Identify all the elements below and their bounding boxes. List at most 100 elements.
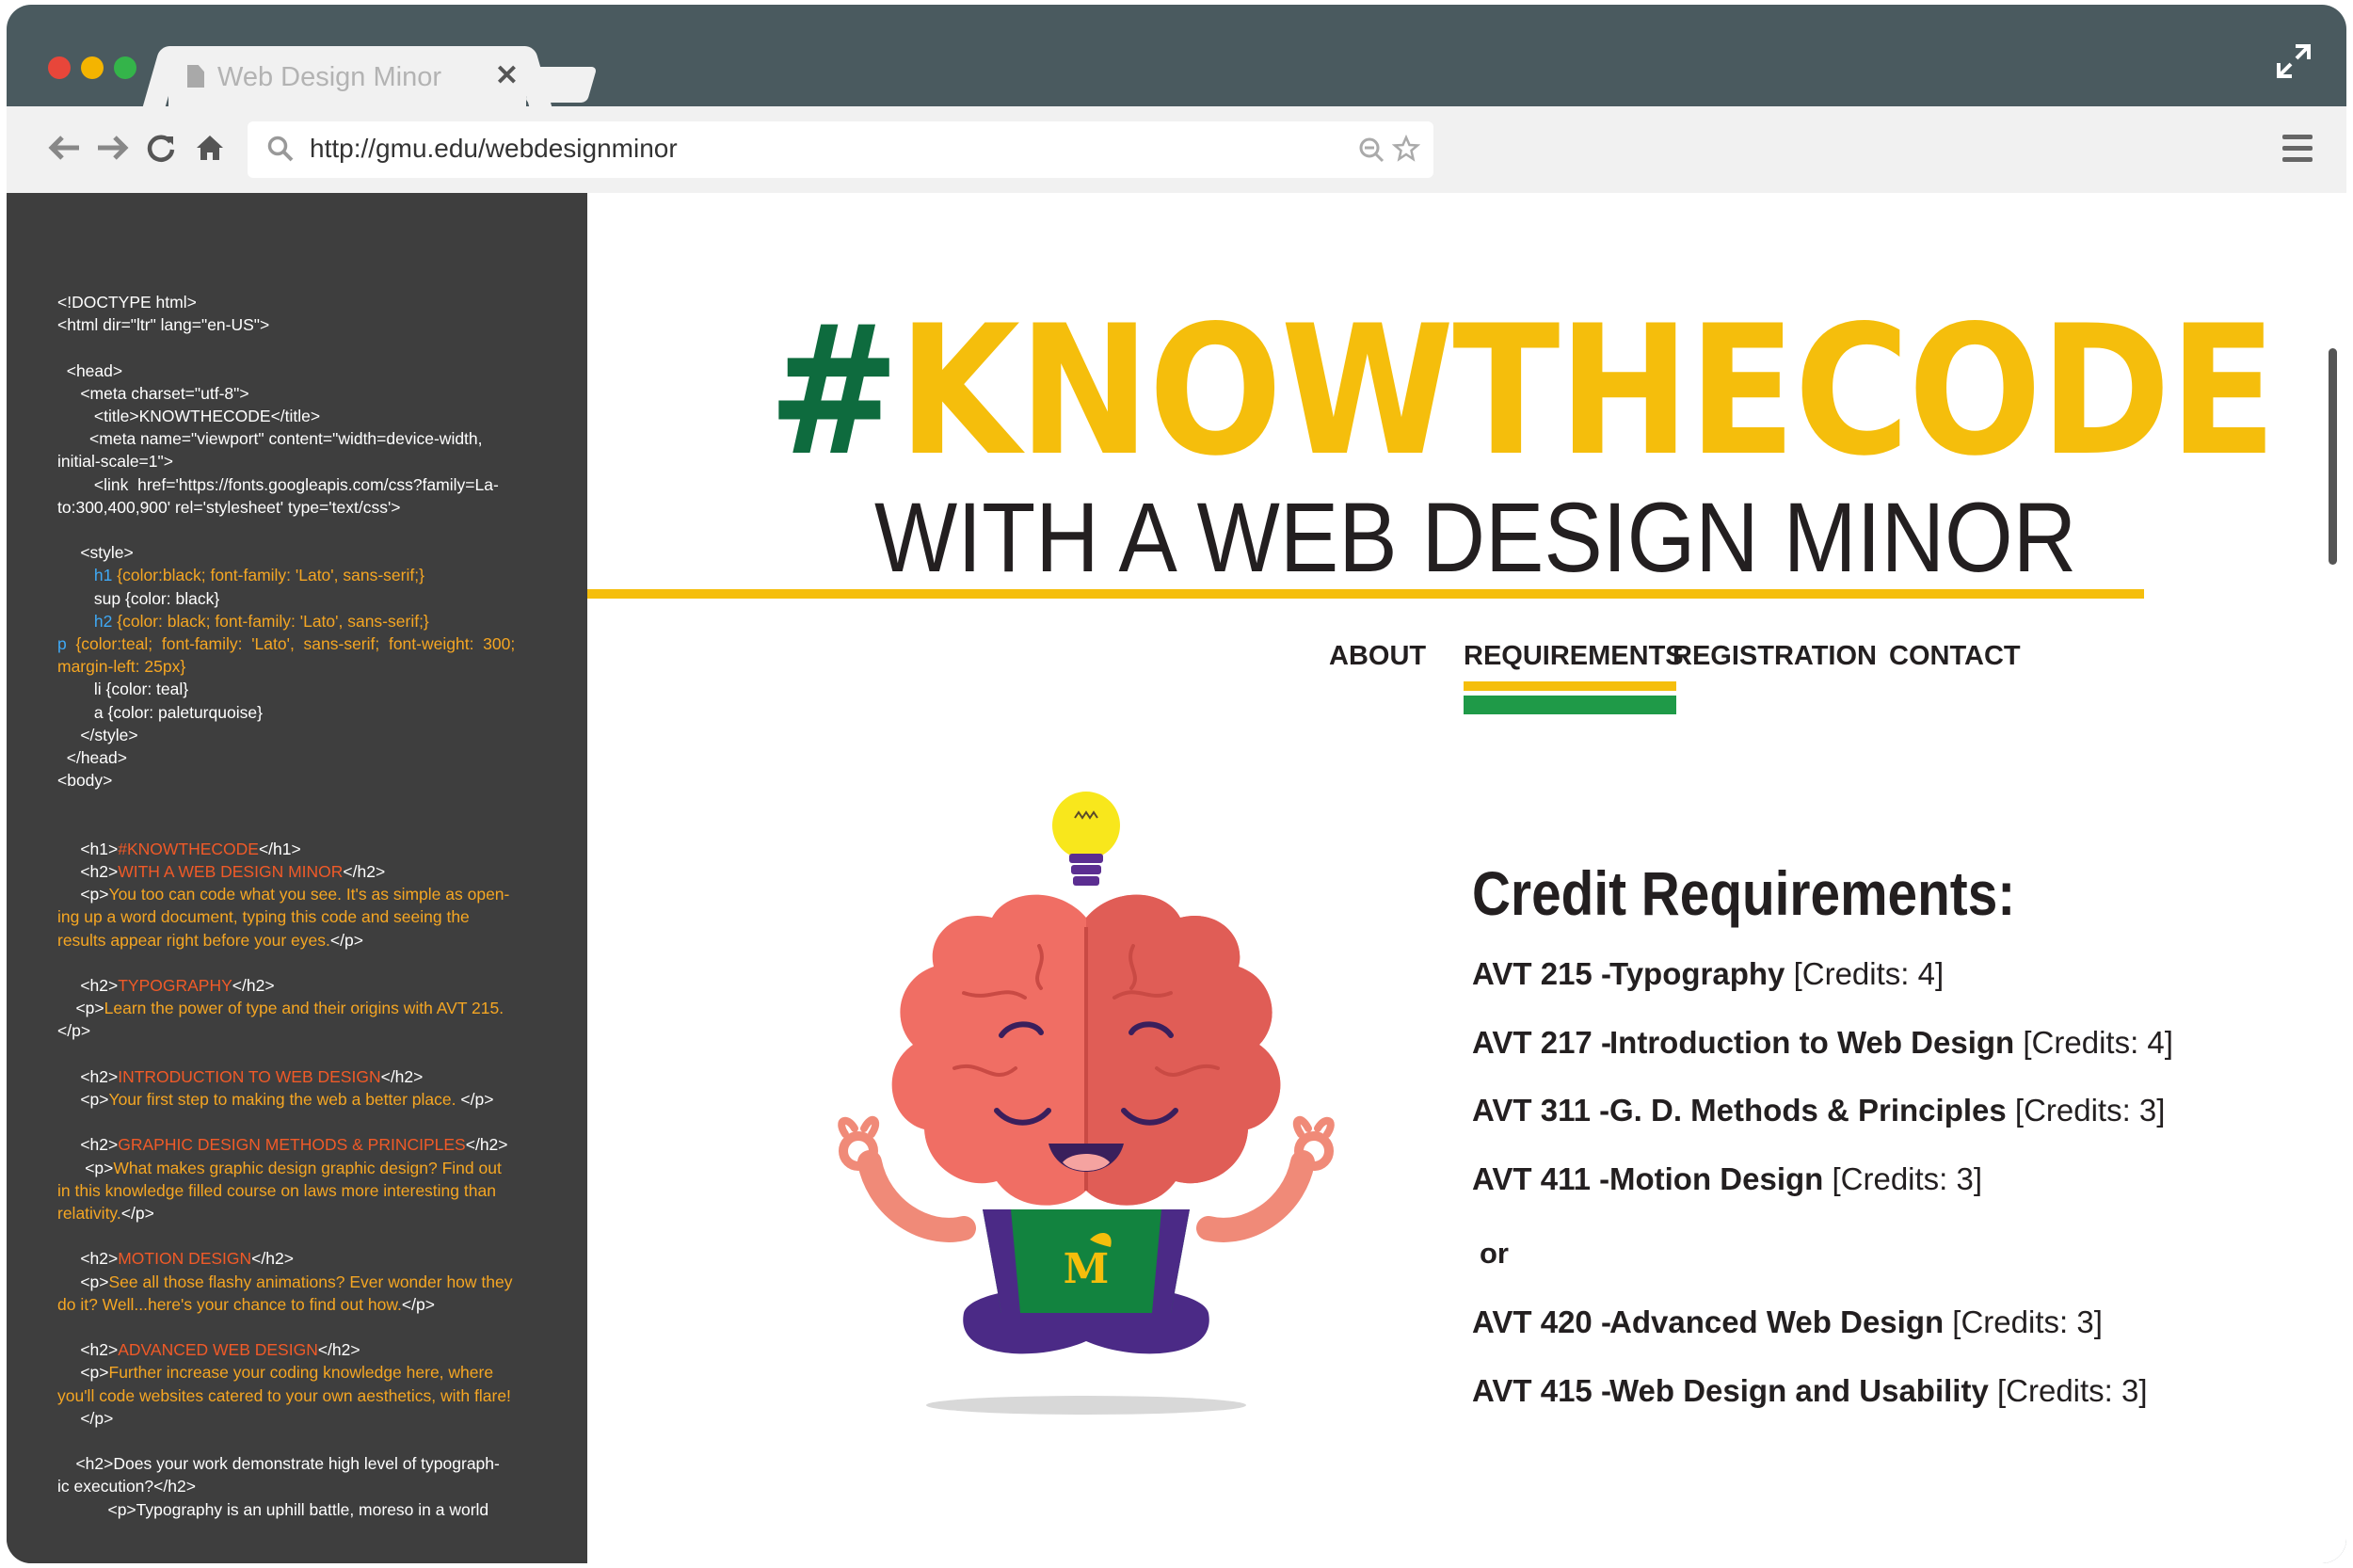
code-token: a {color: paleturquoise} xyxy=(57,702,263,722)
code-token: </p> xyxy=(57,1021,91,1041)
code-token: You too can code what you see. It's as s… xyxy=(108,885,510,904)
code-line: to:300,400,900' rel='stylesheet' type='t… xyxy=(57,496,551,519)
code-token: h1 xyxy=(93,566,113,585)
forward-icon[interactable] xyxy=(93,129,131,167)
code-token: to:300,400,900' rel='stylesheet' type='t… xyxy=(57,497,401,517)
code-line: <head> xyxy=(57,360,551,382)
course-credits: [Credits: 3] xyxy=(1988,1372,2148,1408)
code-token: </p> xyxy=(401,1294,435,1314)
code-token: relativity. xyxy=(57,1204,121,1224)
code-line: <h2>MOTION DESIGN</h2> xyxy=(57,1247,551,1270)
browser-window: Web Design Minor ✕ http://gmu.edu/webdes… xyxy=(7,5,2346,1563)
course-name: G. D. Methods & Principles xyxy=(1609,1093,2007,1128)
page-subheadline: WITH A WEB DESIGN MINOR xyxy=(874,483,2077,593)
code-line: <style> xyxy=(57,541,551,564)
course-credits: [Credits: 3] xyxy=(2006,1093,2166,1128)
code-line: h1 {color:black; font-family: 'Lato', sa… xyxy=(57,564,551,586)
code-token: <style> xyxy=(57,543,134,563)
code-line: relativity.</p> xyxy=(57,1202,551,1224)
minimize-window-button[interactable] xyxy=(81,56,104,79)
headline-hash: # xyxy=(768,287,900,495)
home-icon[interactable] xyxy=(191,129,229,167)
url-text[interactable]: http://gmu.edu/webdesignminor xyxy=(310,134,678,164)
code-token: </h1> xyxy=(258,839,301,858)
nav-requirements[interactable]: REQUIREMENTS xyxy=(1464,641,1684,672)
code-token: </p> xyxy=(120,1204,154,1224)
code-line: <p>Typography is an uphill battle, mores… xyxy=(57,1498,551,1521)
course-row: AVT 411 -Motion Design [Credits: 3] xyxy=(1472,1161,1982,1197)
tab-close-icon[interactable]: ✕ xyxy=(495,59,519,92)
bookmark-star-icon[interactable] xyxy=(1392,135,1420,163)
scrollbar-thumb[interactable] xyxy=(2329,348,2337,565)
course-row: AVT 415 -Web Design and Usability [Credi… xyxy=(1472,1373,2148,1409)
code-line: <p>What makes graphic design graphic des… xyxy=(57,1157,551,1179)
code-token: INTRODUCTION TO WEB DESIGN xyxy=(118,1066,381,1086)
code-line: ic execution?</h2> xyxy=(57,1475,551,1497)
code-token: sup {color: black} xyxy=(57,588,220,608)
code-token: <p> xyxy=(57,999,104,1018)
code-token: TYPOGRAPHY xyxy=(118,976,232,996)
code-line: <link href='https://fonts.googleapis.com… xyxy=(57,473,551,496)
code-token: </head> xyxy=(57,748,127,768)
new-tab-button[interactable] xyxy=(524,67,598,103)
course-credits: [Credits: 3] xyxy=(1944,1304,2103,1339)
course-code: AVT 311 - xyxy=(1472,1093,1610,1128)
code-line: do it? Well...here's your chance to find… xyxy=(57,1293,551,1316)
reload-icon[interactable] xyxy=(142,129,180,167)
nav-registration[interactable]: REGISTRATION xyxy=(1673,641,1877,672)
course-name: Typography xyxy=(1609,956,1785,991)
code-line: </p> xyxy=(57,1407,551,1430)
course-code: AVT 215 - xyxy=(1472,956,1611,991)
code-line: <meta name="viewport" content="width=dev… xyxy=(57,427,551,450)
code-token: <h1> xyxy=(57,839,119,858)
code-line: in this knowledge filled course on laws … xyxy=(57,1179,551,1202)
code-token: GRAPHIC DESIGN METHODS & PRINCIPLES xyxy=(118,1135,466,1155)
code-token: Learn the power of type and their origin… xyxy=(104,999,504,1018)
code-token: li {color: teal} xyxy=(57,680,189,699)
code-token: margin-left: 25px} xyxy=(57,657,186,677)
nav-about[interactable]: ABOUT xyxy=(1329,641,1426,672)
close-window-button[interactable] xyxy=(48,56,71,79)
code-token: WITH A WEB DESIGN MINOR xyxy=(118,862,344,882)
nav-contact[interactable]: CONTACT xyxy=(1889,641,2021,672)
code-line: <p>You too can code what you see. It's a… xyxy=(57,883,551,905)
back-icon[interactable] xyxy=(46,129,84,167)
code-line: <!DOCTYPE html> xyxy=(57,291,551,313)
code-line: <p>Learn the power of type and their ori… xyxy=(57,997,551,1019)
brain-mascot-illustration: M xyxy=(838,792,1335,1415)
code-token: do it? Well...here's your chance to find… xyxy=(57,1294,402,1314)
course-code: AVT 217 - xyxy=(1472,1024,1611,1060)
code-line: a {color: paleturquoise} xyxy=(57,701,551,724)
active-nav-indicator-yellow xyxy=(1464,681,1676,691)
code-line: <h2>WITH A WEB DESIGN MINOR</h2> xyxy=(57,860,551,883)
code-token: <meta charset="utf-8"> xyxy=(57,383,249,403)
fullscreen-icon[interactable] xyxy=(2275,42,2313,80)
code-line: <p>See all those flashy animations? Ever… xyxy=(57,1271,551,1293)
code-token: <h2> xyxy=(57,976,119,996)
search-icon xyxy=(267,136,294,162)
code-token: <html dir="ltr" lang="en-US"> xyxy=(57,315,270,335)
code-token: #KNOWTHECODE xyxy=(118,839,259,858)
address-bar[interactable]: http://gmu.edu/webdesignminor xyxy=(248,121,1433,178)
code-token: you'll code websites catered to your own… xyxy=(57,1385,511,1405)
code-token: <h2>Does your work demonstrate high leve… xyxy=(57,1454,500,1474)
active-nav-indicator-green xyxy=(1464,696,1676,714)
zoom-out-icon[interactable] xyxy=(1358,136,1385,163)
code-token: results appear right before your eyes. xyxy=(57,930,330,950)
code-token: </h2> xyxy=(232,976,275,996)
browser-tab-active[interactable]: Web Design Minor ✕ xyxy=(168,46,526,106)
browser-toolbar: http://gmu.edu/webdesignminor xyxy=(7,106,2346,193)
code-line: <p>Further increase your coding knowledg… xyxy=(57,1361,551,1384)
hamburger-menu-icon[interactable] xyxy=(2282,135,2313,163)
maximize-window-button[interactable] xyxy=(114,56,136,79)
course-name: Introduction to Web Design xyxy=(1609,1024,2015,1060)
